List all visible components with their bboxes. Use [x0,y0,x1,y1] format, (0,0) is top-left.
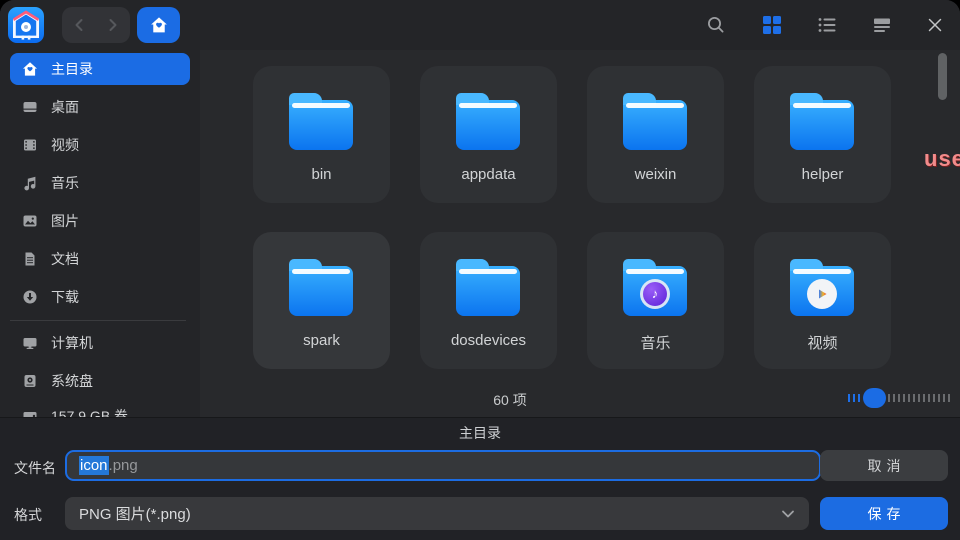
home-icon [150,16,168,34]
home-icon [22,61,38,77]
document-icon [22,251,38,267]
computer-icon [22,335,38,351]
folder-name: 视频 [754,332,891,353]
detail-view-icon [872,15,892,35]
slider-ticks-active [848,394,863,402]
sidebar-item-music[interactable]: 音乐 [10,167,190,199]
music-badge-icon: ♪ [640,279,670,309]
sidebar-item-volume[interactable]: 157.9 GB 卷 [10,400,190,417]
filename-selected-text: icon [79,456,109,475]
folder-tile-spark[interactable]: spark [253,232,390,369]
detail-view-button[interactable] [871,14,893,36]
chevron-left-icon [74,18,84,32]
sidebar-divider [10,320,186,321]
folder-icon [289,100,353,150]
icon-size-slider[interactable] [848,388,950,408]
folder-grid: bin appdata weixin helper spark dosdevic… [253,66,891,369]
sidebar-item-label: 桌面 [51,97,79,117]
format-dropdown[interactable]: PNG 图片(*.png) [65,497,809,530]
file-manager-logo-icon [8,7,44,43]
sidebar-item-label: 文档 [51,249,79,269]
sidebar-item-label: 音乐 [51,173,79,193]
grid-view-button[interactable] [761,14,783,36]
video-folder-icon [790,266,854,316]
sidebar: 主目录 桌面 视频 音乐 [0,50,200,417]
close-icon [926,16,944,34]
sidebar-item-pictures[interactable]: 图片 [10,205,190,237]
search-button[interactable] [705,14,727,36]
vertical-scrollbar[interactable] [938,53,947,100]
folder-name: spark [253,332,390,349]
sidebar-item-computer[interactable]: 计算机 [10,327,190,359]
play-badge-icon [807,279,837,309]
folder-icon [790,100,854,150]
desktop-icon [22,99,38,115]
sidebar-item-label: 视频 [51,135,79,155]
film-icon [22,137,38,153]
folder-tile-videos[interactable]: 视频 [754,232,891,369]
sidebar-item-videos[interactable]: 视频 [10,129,190,161]
chevron-down-icon [781,509,795,519]
folder-tile-bin[interactable]: bin [253,66,390,203]
sidebar-item-label: 下载 [51,287,79,307]
sidebar-item-label: 图片 [51,211,79,231]
navigation-group [62,7,130,43]
list-view-icon [817,15,837,35]
sidebar-item-label: 计算机 [51,333,93,353]
sidebar-item-documents[interactable]: 文档 [10,243,190,275]
sidebar-item-home[interactable]: 主目录 [10,53,190,85]
item-count-status: 60 项 [460,390,560,410]
cancel-button[interactable]: 取消 [820,450,948,481]
back-button[interactable] [62,7,96,43]
folder-tile-music[interactable]: ♪ 音乐 [587,232,724,369]
slider-ticks-inactive [888,394,950,402]
folder-name: weixin [587,166,724,183]
file-save-dialog-window: 主目录 桌面 视频 音乐 [0,0,960,540]
music-note-icon [22,175,38,191]
folder-icon [456,100,520,150]
save-dialog-footer: 主目录 文件名 icon.png 取消 格式 PNG 图片(*.png) 保存 [0,417,960,540]
image-icon [22,213,38,229]
sidebar-item-label: 主目录 [51,59,93,79]
folder-tile-helper[interactable]: helper [754,66,891,203]
grid-view-icon [762,15,782,35]
home-button[interactable] [137,7,180,43]
disk-icon [22,373,38,389]
chevron-right-icon [108,18,118,32]
list-view-button[interactable] [816,14,838,36]
filename-extension: .png [109,457,138,474]
sidebar-item-label: 系统盘 [51,371,93,391]
folder-icon [289,266,353,316]
sidebar-item-downloads[interactable]: 下载 [10,281,190,313]
current-path: 主目录 [0,423,960,443]
folder-tile-appdata[interactable]: appdata [420,66,557,203]
folder-name: appdata [420,166,557,183]
sidebar-item-label: 157.9 GB 卷 [51,406,128,417]
music-folder-icon: ♪ [623,266,687,316]
file-list-area: bin appdata weixin helper spark dosdevic… [200,50,960,417]
close-button[interactable] [924,14,946,36]
titlebar [0,0,960,50]
red-text-artifact: use [924,146,960,172]
download-icon [22,289,38,305]
folder-name: dosdevices [420,332,557,349]
filename-label: 文件名 [14,458,56,478]
format-label: 格式 [14,505,42,525]
sidebar-item-system-disk[interactable]: 系统盘 [10,365,190,397]
format-value: PNG 图片(*.png) [79,503,191,524]
forward-button[interactable] [96,7,130,43]
folder-tile-weixin[interactable]: weixin [587,66,724,203]
folder-name: bin [253,166,390,183]
sidebar-item-desktop[interactable]: 桌面 [10,91,190,123]
folder-name: helper [754,166,891,183]
slider-handle[interactable] [863,388,886,408]
folder-name: 音乐 [587,332,724,353]
save-button[interactable]: 保存 [820,497,948,530]
folder-tile-dosdevices[interactable]: dosdevices [420,232,557,369]
volume-icon [22,408,38,417]
folder-icon [456,266,520,316]
filename-input[interactable]: icon.png [65,450,821,481]
folder-icon [623,100,687,150]
search-icon [705,14,727,36]
